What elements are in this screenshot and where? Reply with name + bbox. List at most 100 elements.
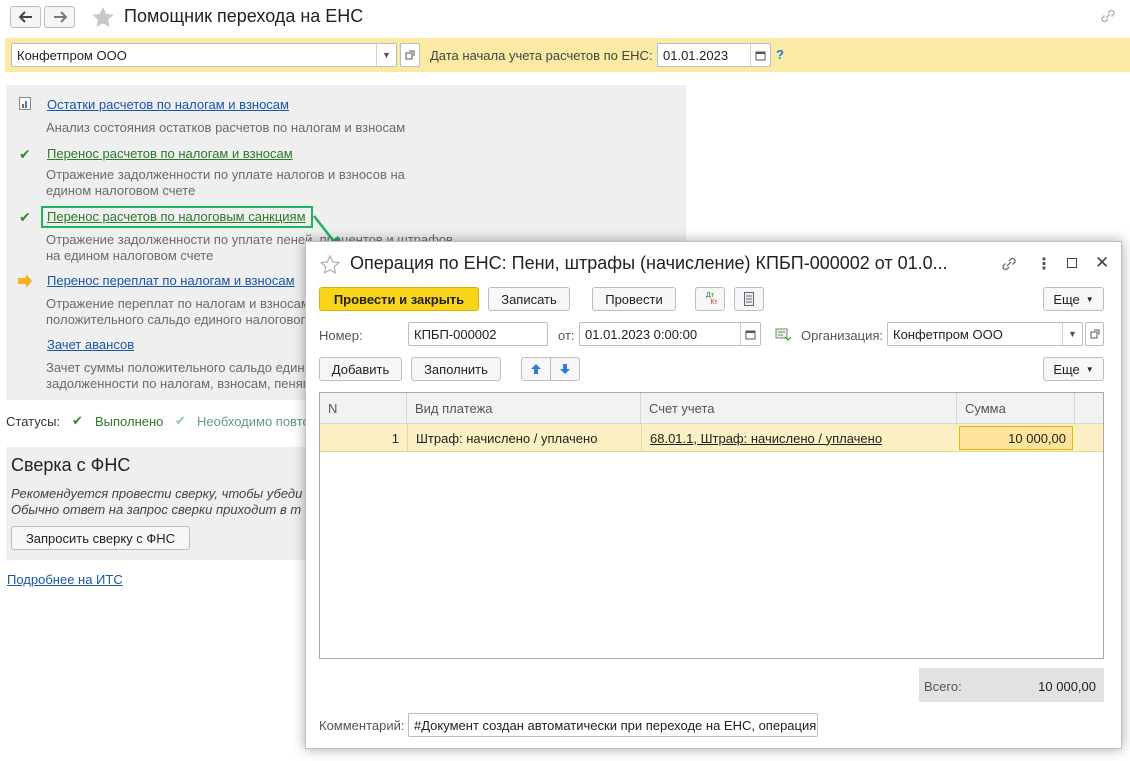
calendar-icon[interactable] [740,323,760,345]
date-label: Дата начала учета расчетов по ЕНС: [430,48,653,63]
status-needed: Необходимо повто [197,414,310,429]
fill-button[interactable]: Заполнить [411,357,501,381]
dialog-organization-select[interactable]: Конфетпром ООО ▼ [887,322,1083,346]
comment-value: #Документ создан автоматически при перех… [414,717,817,733]
page-title: Помощник перехода на ЕНС [124,6,364,26]
calendar-icon[interactable] [750,44,770,66]
step-desc-balances: Анализ состояния остатков расчетов по на… [46,120,406,135]
post-and-close-button[interactable]: Провести и закрыть [319,287,479,311]
document-history-icon[interactable] [775,328,792,345]
step-link-taxes[interactable]: Перенос расчетов по налогам и взносам [47,146,293,161]
request-reconciliation-button[interactable]: Запросить сверку с ФНС [11,526,190,550]
structure-button[interactable] [734,287,764,311]
step-desc-taxes-1: Отражение задолженности по уплате налого… [46,167,405,182]
date-time-field[interactable]: 01.01.2023 0:00:00 [579,322,761,346]
comment-label: Комментарий: [319,718,405,733]
step-desc-overpayments-2: положительного сальдо единого налогового [46,312,313,327]
more-its-link[interactable]: Подробнее на ИТС [7,572,123,587]
arrow-down-icon [560,364,570,374]
open-dialog-organization-button[interactable] [1085,322,1104,346]
table-more-label: Еще [1053,361,1080,377]
table-more-button[interactable]: Еще ▼ [1043,357,1104,381]
step-link-balances[interactable]: Остатки расчетов по налогам и взносам [47,97,289,112]
column-header-n[interactable]: N [320,393,407,424]
move-down-button[interactable] [550,357,580,381]
column-header-spacer [1075,393,1103,424]
dialog-title: Операция по ЕНС: Пени, штрафы (начислени… [350,253,948,273]
back-button[interactable] [10,6,41,28]
maximize-icon[interactable] [1067,258,1077,268]
open-organization-button[interactable] [400,43,420,67]
total-value: 10 000,00 [1038,679,1096,694]
organization-select[interactable]: Конфетпром ООО ▼ [11,43,397,67]
organization-value: Конфетпром ООО [17,47,127,63]
link-icon[interactable] [1099,8,1117,27]
check-icon: ✔ [72,413,83,428]
more-button[interactable]: Еще ▼ [1043,287,1104,311]
more-vertical-icon[interactable]: ⋮ [1036,254,1052,274]
move-up-button[interactable] [521,357,551,381]
forward-button[interactable] [44,6,75,28]
column-header-payment-type[interactable]: Вид платежа [407,393,641,424]
arrow-right-icon [17,274,33,291]
step-desc-advances-1: Зачет суммы положительного сальдо един [46,360,305,375]
fns-text-2: Обычно ответ на запрос сверки приходит в… [11,502,302,517]
close-icon[interactable]: ✕ [1095,253,1109,273]
arrow-up-icon [531,364,541,374]
operation-dialog: Операция по ЕНС: Пени, штрафы (начислени… [305,241,1122,749]
favorite-star-icon[interactable] [319,254,341,277]
help-icon[interactable]: ? [776,47,784,62]
number-field[interactable]: КПБП-000002 [408,322,548,346]
start-date-value: 01.01.2023 [663,47,729,63]
post-button[interactable]: Провести [592,287,676,311]
column-header-sum[interactable]: Сумма [957,393,1075,424]
check-icon: ✔ [19,146,31,162]
document-list-icon [744,292,754,306]
step-link-sanctions[interactable]: Перенос расчетов по налоговым санкциям [47,209,306,224]
fns-title: Сверка с ФНС [11,455,131,475]
arrow-left-icon [18,11,32,23]
operations-table: N Вид платежа Счет учета Сумма 1 Штраф: … [319,392,1104,659]
statuses-label: Статусы: [6,414,61,429]
from-label: от: [558,328,575,343]
report-icon [19,97,31,113]
dt-kt-button[interactable]: Дт Кт [695,287,725,311]
row-payment-type[interactable]: Штраф: начислено / уплачено [407,424,641,452]
chevron-down-icon: ▼ [1085,294,1094,304]
arrow-right-icon [53,11,67,23]
row-number: 1 [391,430,399,446]
chevron-down-icon[interactable]: ▼ [1062,323,1082,345]
dialog-organization-value: Конфетпром ООО [893,326,1003,342]
step-link-overpayments[interactable]: Перенос переплат по налогам и взносам [47,273,295,288]
organization-label: Организация: [801,328,884,343]
start-date-field[interactable]: 01.01.2023 [657,43,771,67]
favorite-star-icon[interactable] [91,6,115,31]
step-desc-sanctions-2: на едином налоговом счете [46,248,214,263]
comment-field[interactable]: #Документ создан автоматически при перех… [408,713,818,737]
number-value: КПБП-000002 [414,326,497,342]
add-row-button[interactable]: Добавить [319,357,402,381]
step-desc-overpayments-1: Отражение переплат по налогам и взносам [46,296,310,311]
status-done: Выполнено [95,414,164,429]
open-window-icon [1090,329,1099,339]
check-icon: ✔ [19,209,31,225]
chevron-down-icon[interactable]: ▼ [376,44,396,66]
step-link-advances[interactable]: Зачет авансов [47,337,134,352]
date-time-value: 01.01.2023 0:00:00 [585,326,698,342]
chevron-down-icon: ▼ [1085,364,1094,374]
step-desc-taxes-2: едином налоговом счете [46,183,196,198]
open-window-icon [405,50,415,60]
number-label: Номер: [319,328,363,343]
kt-label: Кт [710,299,718,306]
more-button-label: Еще [1053,291,1080,307]
row-account-link[interactable]: 68.01.1, Штраф: начислено / уплачено [641,424,957,452]
check-icon: ✔ [175,413,186,428]
step-desc-advances-2: задолженности по налогам, взносам, пеням [46,376,312,391]
save-button[interactable]: Записать [488,287,570,311]
row-sum[interactable]: 10 000,00 [959,426,1073,450]
dt-label: Дт [706,292,714,299]
total-label: Всего: [924,679,962,694]
fns-text-1: Рекомендуется провести сверку, чтобы убе… [11,486,303,501]
column-header-account[interactable]: Счет учета [641,393,957,424]
link-icon[interactable] [1000,256,1018,275]
